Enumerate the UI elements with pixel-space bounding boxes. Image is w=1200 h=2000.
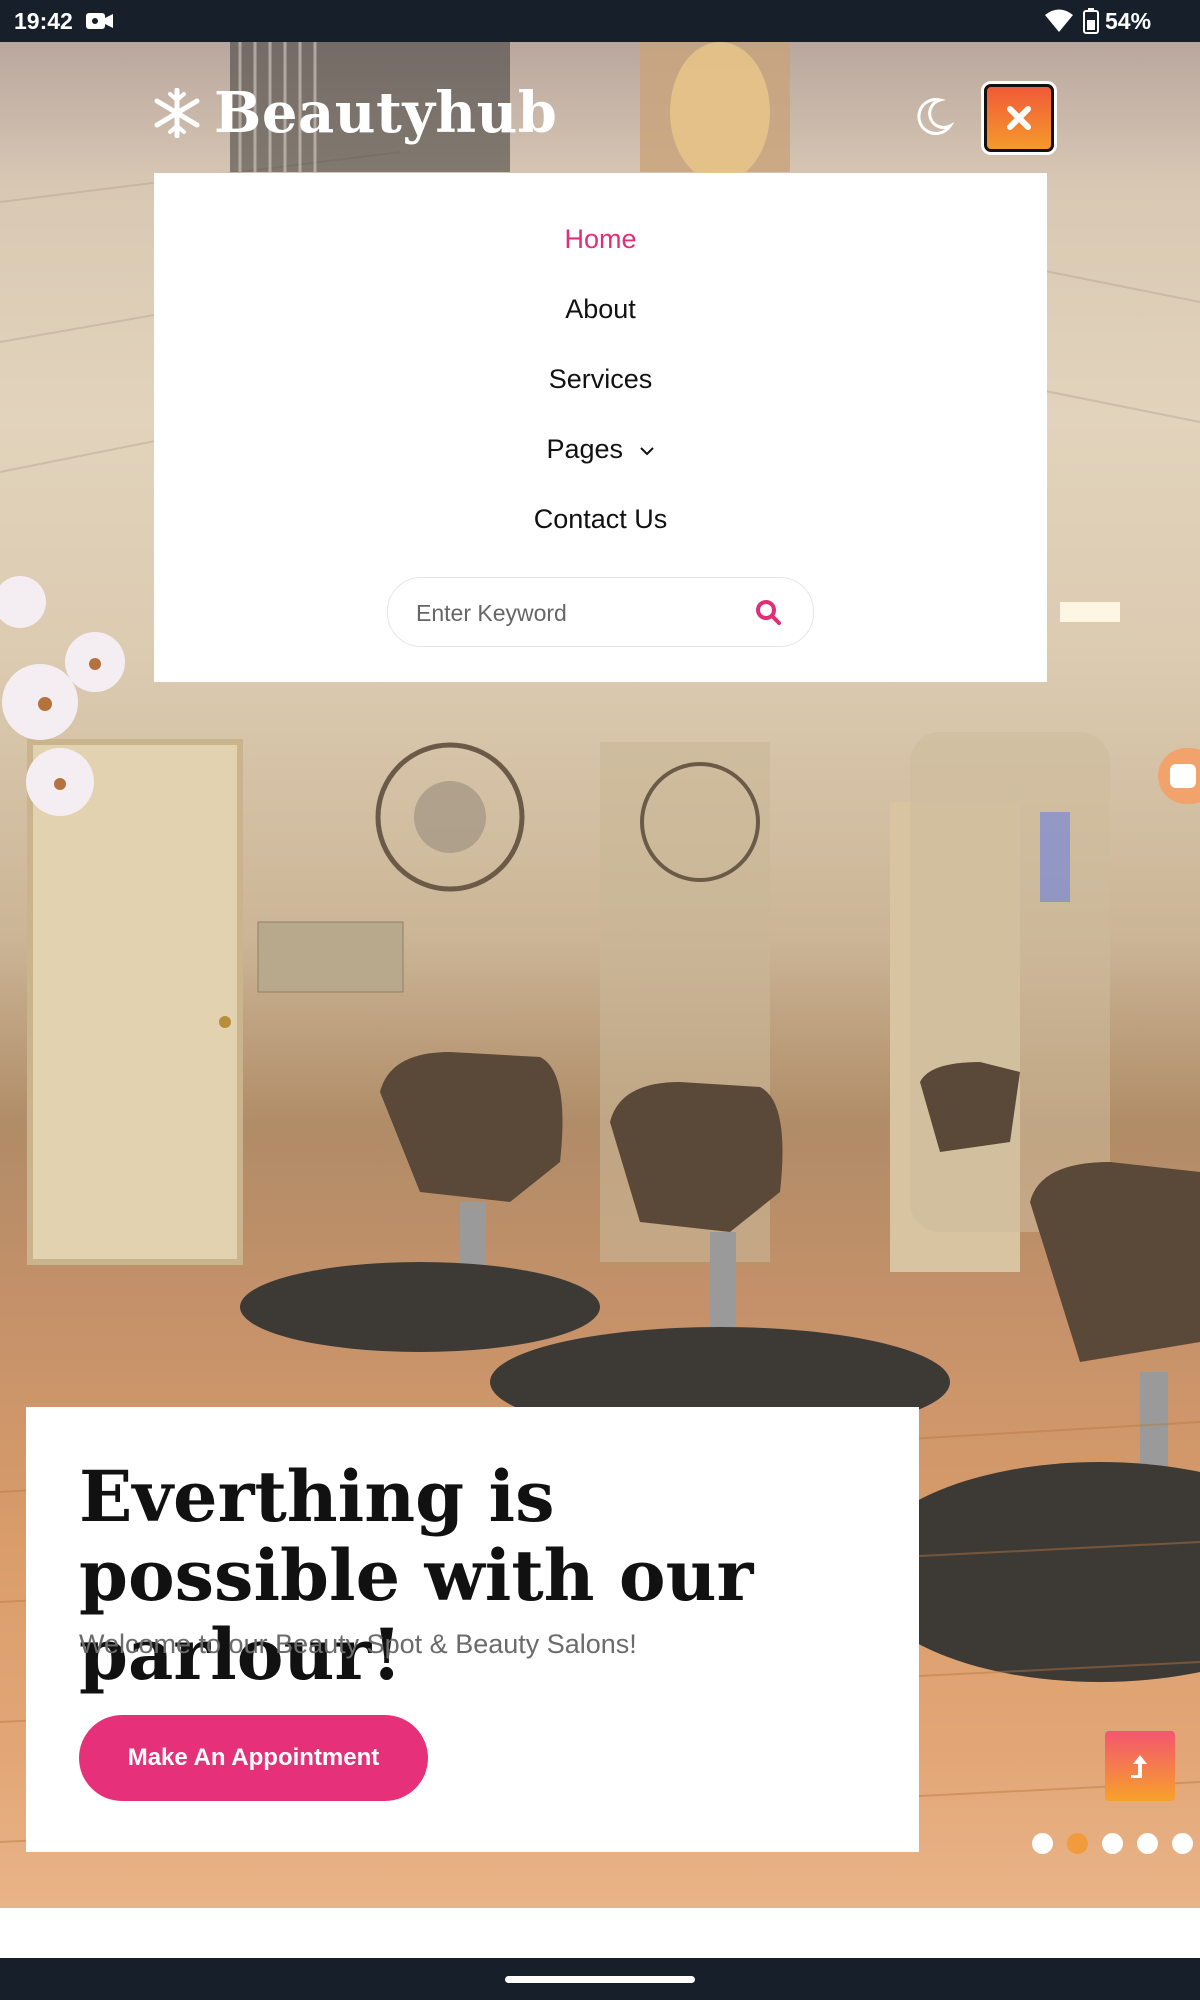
hero-subtitle: Welcome to our Beauty Spot & Beauty Salo… — [79, 1629, 637, 1659]
moon-icon[interactable] — [914, 96, 954, 136]
menu-item-label: Contact Us — [533, 504, 668, 534]
search-icon[interactable] — [755, 599, 781, 625]
menu-item-about[interactable]: About — [154, 294, 1047, 325]
menu-item-label: Services — [548, 364, 653, 394]
slider-dot-1[interactable] — [1032, 1833, 1053, 1854]
chat-icon — [1170, 764, 1196, 788]
hero-slider: Beautyhub Home About Services Pages Cont — [0, 42, 1200, 1908]
scroll-to-top-button[interactable] — [1105, 1731, 1175, 1801]
status-time: 19:42 — [14, 8, 73, 34]
menu-item-contact-us[interactable]: Contact Us — [154, 504, 1047, 535]
menu-item-label: About — [565, 294, 636, 324]
slider-dot-3[interactable] — [1102, 1833, 1123, 1854]
system-navigation-bar — [0, 1958, 1200, 2000]
mobile-menu-panel: Home About Services Pages Contact Us — [154, 173, 1047, 682]
hero-caption-card: Everthing is possible with our parlour! … — [26, 1407, 919, 1852]
menu-item-label: Pages — [546, 434, 624, 464]
wifi-icon — [1045, 9, 1073, 32]
close-icon — [1007, 106, 1031, 130]
close-menu-button[interactable] — [984, 84, 1054, 152]
snowflake-icon — [154, 88, 200, 138]
menu-item-pages[interactable]: Pages — [154, 434, 1047, 465]
menu-item-services[interactable]: Services — [154, 364, 1047, 395]
battery-icon — [1083, 8, 1099, 34]
search-input[interactable] — [414, 578, 738, 648]
logo-text: Beautyhub — [214, 80, 558, 146]
slider-dot-4[interactable] — [1137, 1833, 1158, 1854]
camera-icon — [86, 13, 113, 29]
home-indicator[interactable] — [505, 1976, 695, 1983]
chevron-down-icon — [639, 447, 654, 456]
arrow-up-icon — [1131, 1755, 1147, 1778]
make-appointment-button[interactable]: Make An Appointment — [79, 1715, 428, 1801]
slider-dot-2[interactable] — [1067, 1833, 1088, 1854]
menu-item-home[interactable]: Home — [154, 224, 1047, 255]
slider-dot-5[interactable] — [1172, 1833, 1193, 1854]
slider-dots — [1032, 1833, 1200, 1855]
logo[interactable]: Beautyhub — [152, 80, 557, 146]
page-content-start — [0, 1908, 1200, 1959]
battery-percentage: 54% — [1105, 8, 1152, 34]
menu-item-label: Home — [564, 224, 637, 254]
search-box — [387, 577, 814, 648]
status-bar: 19:42 54% — [0, 0, 1200, 42]
